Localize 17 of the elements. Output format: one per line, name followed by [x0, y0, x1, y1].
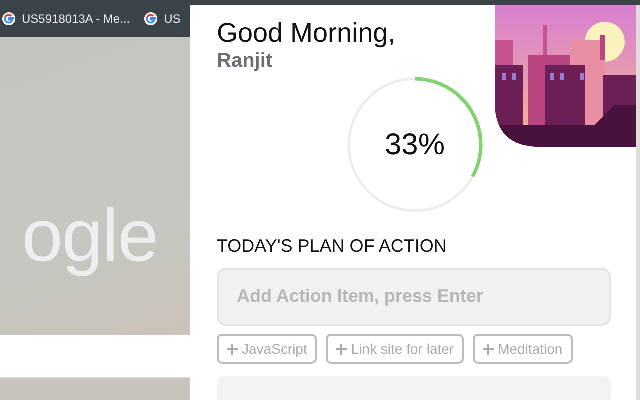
suggestion-chip[interactable]: JavaScript [217, 334, 318, 364]
user-name: Ranjit [217, 48, 274, 73]
suggestion-chip[interactable]: Link site for later [326, 334, 464, 364]
search-bar[interactable] [0, 335, 190, 378]
section-title: TODAY'S PLAN OF ACTION [217, 234, 448, 258]
google-icon [2, 12, 16, 26]
plus-icon [336, 344, 348, 355]
plus-icon [227, 344, 238, 355]
city-app-icon [495, 5, 636, 147]
google-icon [144, 12, 158, 26]
suggestion-chip[interactable]: Meditation [473, 334, 573, 364]
greeting: Good Morning, [217, 19, 397, 49]
browser-tab[interactable]: US [164, 10, 181, 28]
action-item-input[interactable]: Add Action Item, press Enter [217, 268, 611, 326]
progress-percentage: 33% [384, 127, 446, 164]
plus-icon [483, 344, 494, 355]
browser-tab[interactable]: US5918013A - Me... [22, 10, 130, 28]
